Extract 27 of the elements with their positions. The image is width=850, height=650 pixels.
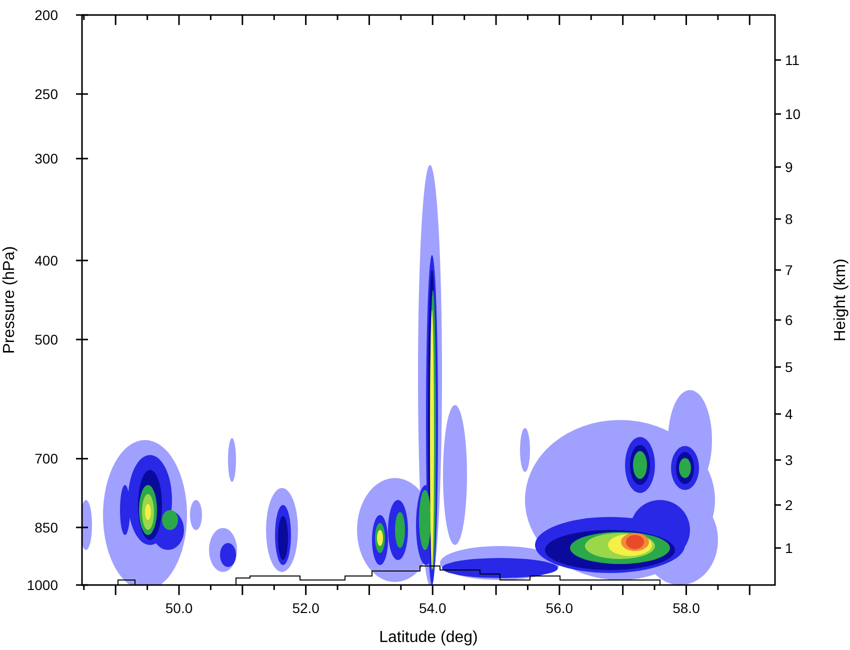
- pressure-tick-label: 850: [34, 519, 58, 536]
- pressure-tick-label: 250: [34, 86, 58, 102]
- height-tick-label: 4: [785, 406, 793, 422]
- pressure-tick-label: 200: [34, 7, 58, 23]
- pressure-tick-label: 700: [34, 450, 58, 467]
- height-tick-label: 1: [785, 540, 793, 556]
- pressure-tick-label: 500: [34, 332, 58, 348]
- latitude-tick-label: 58.0: [672, 600, 700, 616]
- latitude-tick-label: 52.0: [292, 600, 320, 616]
- latitude-tick-label: 56.0: [546, 600, 574, 616]
- height-tick-label: 11: [785, 52, 800, 68]
- latitude-tick-label: 50.0: [165, 600, 193, 616]
- height-tick-label: 6: [785, 312, 793, 328]
- left-axis-title: Pressure (hPa): [1, 246, 18, 354]
- pressure-tick-label: 1000: [26, 577, 58, 593]
- pressure-tick-label: 400: [34, 252, 58, 268]
- height-tick-label: 3: [785, 452, 793, 468]
- x-axis-title: Latitude (deg): [379, 629, 478, 646]
- height-tick-label: 9: [785, 159, 793, 175]
- pressure-tick-label: 300: [34, 150, 58, 167]
- height-tick-label: 8: [785, 211, 793, 227]
- height-tick-label: 10: [785, 106, 801, 122]
- latitude-tick-label: 54.0: [419, 600, 446, 616]
- height-tick-label: 7: [785, 262, 793, 278]
- right-axis-title: Height (km): [832, 258, 849, 342]
- height-tick-label: 2: [785, 497, 793, 513]
- height-tick-label: 5: [785, 359, 793, 375]
